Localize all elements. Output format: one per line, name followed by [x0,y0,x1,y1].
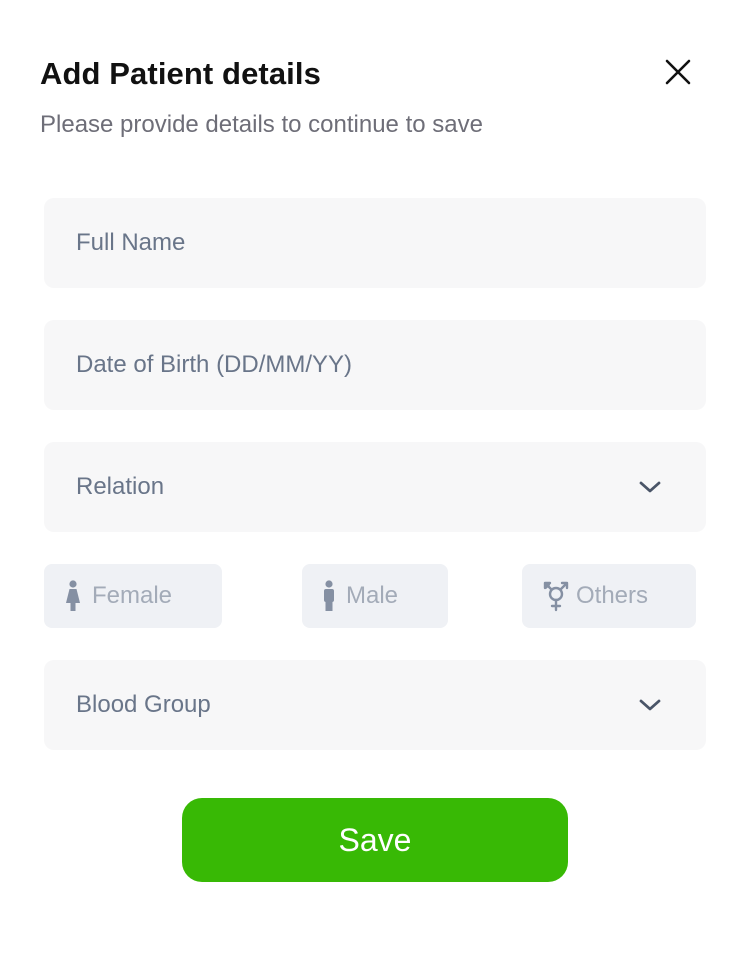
close-button[interactable] [660,54,696,90]
gender-option-label: Male [346,582,399,609]
full-name-field[interactable] [44,198,706,288]
gender-option-male[interactable]: Male [302,564,448,628]
chevron-down-icon [639,481,661,493]
date-of-birth-input[interactable] [76,351,636,379]
save-button[interactable]: Save [182,798,568,882]
modal-subtitle: Please provide details to continue to sa… [40,111,483,138]
gender-option-others[interactable]: Others [522,564,696,628]
female-icon [64,580,82,612]
close-icon [665,59,691,85]
add-patient-modal: Add Patient details Please provide detai… [0,0,750,964]
relation-dropdown[interactable]: Relation [44,442,706,532]
full-name-input[interactable] [76,229,636,257]
relation-label: Relation [76,473,165,500]
male-icon [322,580,336,612]
blood-group-label: Blood Group [76,691,211,718]
modal-title: Add Patient details [40,56,321,91]
gender-option-label: Others [576,582,649,609]
blood-group-dropdown[interactable]: Blood Group [44,660,706,750]
gender-option-label: Female [92,582,173,609]
chevron-down-icon [639,699,661,711]
gender-option-female[interactable]: Female [44,564,222,628]
transgender-icon [540,580,572,612]
date-of-birth-field[interactable] [44,320,706,410]
